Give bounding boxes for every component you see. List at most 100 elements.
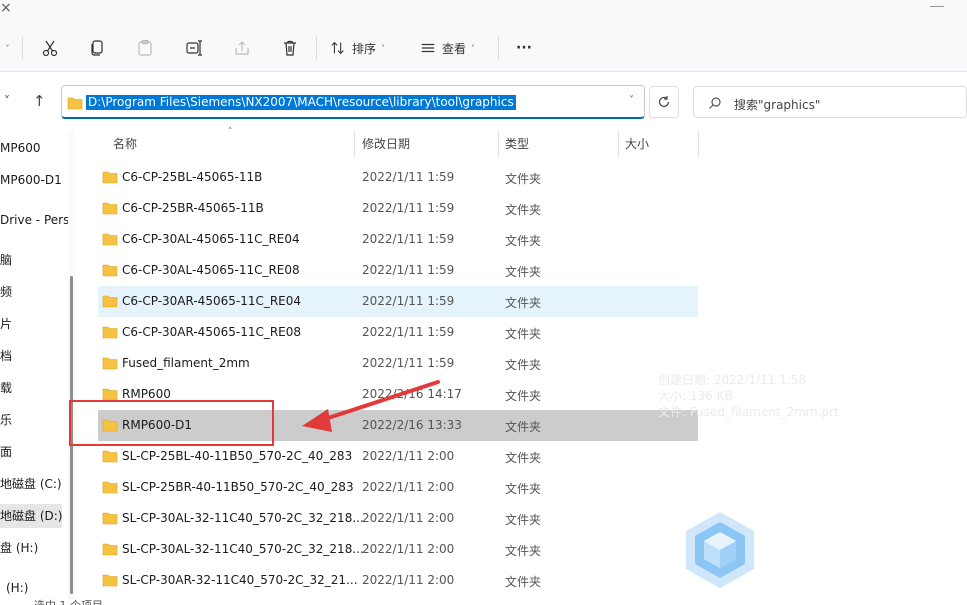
column-type[interactable]: 类型 <box>498 130 618 158</box>
sort-icon <box>331 41 344 55</box>
file-type: 文件夹 <box>505 513 542 527</box>
file-type: 文件夹 <box>505 296 542 310</box>
column-header-row: ˄ 名称 修改日期 类型 大小 <box>98 127 699 158</box>
highlight-box <box>69 400 274 446</box>
folder-icon <box>102 326 118 339</box>
nav-item-drive-h[interactable]: 盘 (H:) <box>0 536 38 560</box>
more-options-button[interactable]: ··· <box>510 36 538 60</box>
nav-item-onedrive[interactable]: Drive - Pers <box>0 208 69 232</box>
folder-icon <box>102 295 118 308</box>
view-icon <box>421 43 435 53</box>
search-input[interactable]: 搜索"graphics" <box>734 96 820 113</box>
copy-icon[interactable] <box>85 36 109 60</box>
file-row[interactable]: SL-CP-30AL-32-11C40_570-2C_32_218... 202… <box>98 534 698 565</box>
folder-icon <box>102 574 118 587</box>
file-row-hovered[interactable]: C6-CP-30AR-45065-11C_RE04 2022/1/11 1:59… <box>98 286 698 317</box>
file-type: 文件夹 <box>505 389 542 403</box>
file-name: SL-CP-30AR-32-11C40_570-2C_32_21... <box>122 573 358 587</box>
tooltip-file: 文件: Fused_filament_2mm.prt <box>658 405 839 419</box>
delete-icon[interactable] <box>278 36 302 60</box>
refresh-button[interactable] <box>649 86 679 118</box>
file-name: C6-CP-30AL-45065-11C_RE08 <box>122 263 300 277</box>
file-row[interactable]: C6-CP-25BR-45065-11B 2022/1/11 1:59 文件夹 <box>98 193 698 224</box>
file-type: 文件夹 <box>505 575 542 589</box>
file-type: 文件夹 <box>505 172 542 186</box>
column-date[interactable]: 修改日期 <box>355 130 498 158</box>
chevron-down-icon[interactable]: ˅ <box>629 95 634 106</box>
file-name: C6-CP-25BR-45065-11B <box>122 201 264 215</box>
file-row[interactable]: SL-CP-25BR-40-11B50_570-2C_40_283 2022/1… <box>98 472 698 503</box>
folder-icon <box>102 481 118 494</box>
toolbar-separator <box>498 36 499 60</box>
sort-label: 排序 <box>352 41 377 56</box>
folder-icon <box>102 543 118 556</box>
tooltip-size: 大小: 136 KB <box>658 389 733 403</box>
file-date: 2022/1/11 1:59 <box>362 356 455 370</box>
nav-item[interactable]: MP600-D1 <box>0 168 62 192</box>
file-type: 文件夹 <box>505 544 542 558</box>
file-type: 文件夹 <box>505 451 542 465</box>
file-type: 文件夹 <box>505 327 542 341</box>
file-name: SL-CP-30AL-32-11C40_570-2C_32_218... <box>122 511 364 525</box>
nav-item-videos[interactable]: 频 <box>0 280 12 304</box>
share-icon[interactable] <box>230 36 254 60</box>
folder-icon <box>102 450 118 463</box>
file-date: 2022/1/11 2:00 <box>362 511 455 525</box>
file-type: 文件夹 <box>505 203 542 217</box>
rename-icon[interactable] <box>182 36 206 60</box>
recent-locations-chevron-icon[interactable]: ˅ <box>4 94 10 108</box>
file-row[interactable]: C6-CP-30AL-45065-11C_RE04 2022/1/11 1:59… <box>98 224 698 255</box>
file-date: 2022/1/11 1:59 <box>362 263 455 277</box>
search-box[interactable]: 搜索"graphics" <box>693 86 967 118</box>
file-row[interactable]: SL-CP-30AR-32-11C40_570-2C_32_21... 2022… <box>98 565 698 596</box>
file-name: RMP600 <box>122 387 171 401</box>
file-name: SL-CP-25BR-40-11B50_570-2C_40_283 <box>122 480 354 494</box>
file-name: C6-CP-30AR-45065-11C_RE08 <box>122 325 302 339</box>
nav-item-desktop[interactable]: 面 <box>0 440 12 464</box>
sort-button[interactable]: 排序 ˅ <box>330 36 385 60</box>
command-bar: × ˅ 排序 ˅ 查看 ˅ ··· <box>0 0 967 72</box>
file-row[interactable]: SL-CP-30AL-32-11C40_570-2C_32_218... 202… <box>98 503 698 534</box>
file-type: 文件夹 <box>505 234 542 248</box>
nav-item-drive-c[interactable]: 地磁盘 (C:) <box>0 472 62 496</box>
nav-item-documents[interactable]: 档 <box>0 344 12 368</box>
folder-icon <box>102 357 118 370</box>
file-row[interactable]: Fused_filament_2mm 2022/1/11 1:59 文件夹 <box>98 348 698 379</box>
folder-icon <box>67 97 83 110</box>
file-row[interactable]: C6-CP-30AR-45065-11C_RE08 2022/1/11 1:59… <box>98 317 698 348</box>
file-type: 文件夹 <box>505 420 542 434</box>
minimize-icon[interactable] <box>930 6 944 7</box>
file-date: 2022/1/11 2:00 <box>362 542 455 556</box>
tooltip-created: 创建日期: 2022/1/11 1:58 <box>658 373 807 387</box>
view-button[interactable]: 查看 ˅ <box>420 36 475 60</box>
folder-icon <box>102 512 118 525</box>
file-date: 2022/1/11 1:59 <box>362 294 455 308</box>
nav-item-this-pc[interactable]: 脑 <box>0 248 12 272</box>
column-divider[interactable] <box>698 130 699 158</box>
file-date: 2022/1/11 1:59 <box>362 325 455 339</box>
paste-icon[interactable] <box>133 36 157 60</box>
address-path[interactable]: D:\Program Files\Siemens\NX2007\MACH\res… <box>86 95 516 110</box>
file-row[interactable]: C6-CP-25BL-45065-11B 2022/1/11 1:59 文件夹 <box>98 162 698 193</box>
new-chevron-icon[interactable]: ˅ <box>0 36 10 60</box>
nav-item-music[interactable]: 乐 <box>0 408 12 432</box>
nav-item-pictures[interactable]: 片 <box>0 312 12 336</box>
search-icon <box>709 97 721 109</box>
column-size[interactable]: 大小 <box>618 130 698 158</box>
nav-item[interactable]: MP600 <box>0 136 41 160</box>
address-bar[interactable]: D:\Program Files\Siemens\NX2007\MACH\res… <box>61 85 645 119</box>
nav-item-downloads[interactable]: 载 <box>0 376 12 400</box>
file-name: C6-CP-25BL-45065-11B <box>122 170 263 184</box>
navigation-pane: MP600 MP600-D1 Drive - Pers 脑 频 片 档 载 乐 … <box>0 130 70 605</box>
toolbar-separator <box>22 36 23 60</box>
close-icon[interactable]: × <box>0 0 12 16</box>
file-type: 文件夹 <box>505 265 542 279</box>
nav-item-drive-d[interactable]: 地磁盘 (D:) <box>0 504 62 528</box>
up-arrow-icon[interactable]: ↑ <box>33 92 46 110</box>
file-date: 2022/1/11 2:00 <box>362 480 455 494</box>
column-name[interactable]: 名称 <box>106 130 354 158</box>
toolbar-separator <box>316 36 317 60</box>
cut-icon[interactable] <box>38 36 62 60</box>
file-row[interactable]: C6-CP-30AL-45065-11C_RE08 2022/1/11 1:59… <box>98 255 698 286</box>
hover-tooltip: 创建日期: 2022/1/11 1:58 大小: 136 KB 文件: Fuse… <box>658 372 842 426</box>
